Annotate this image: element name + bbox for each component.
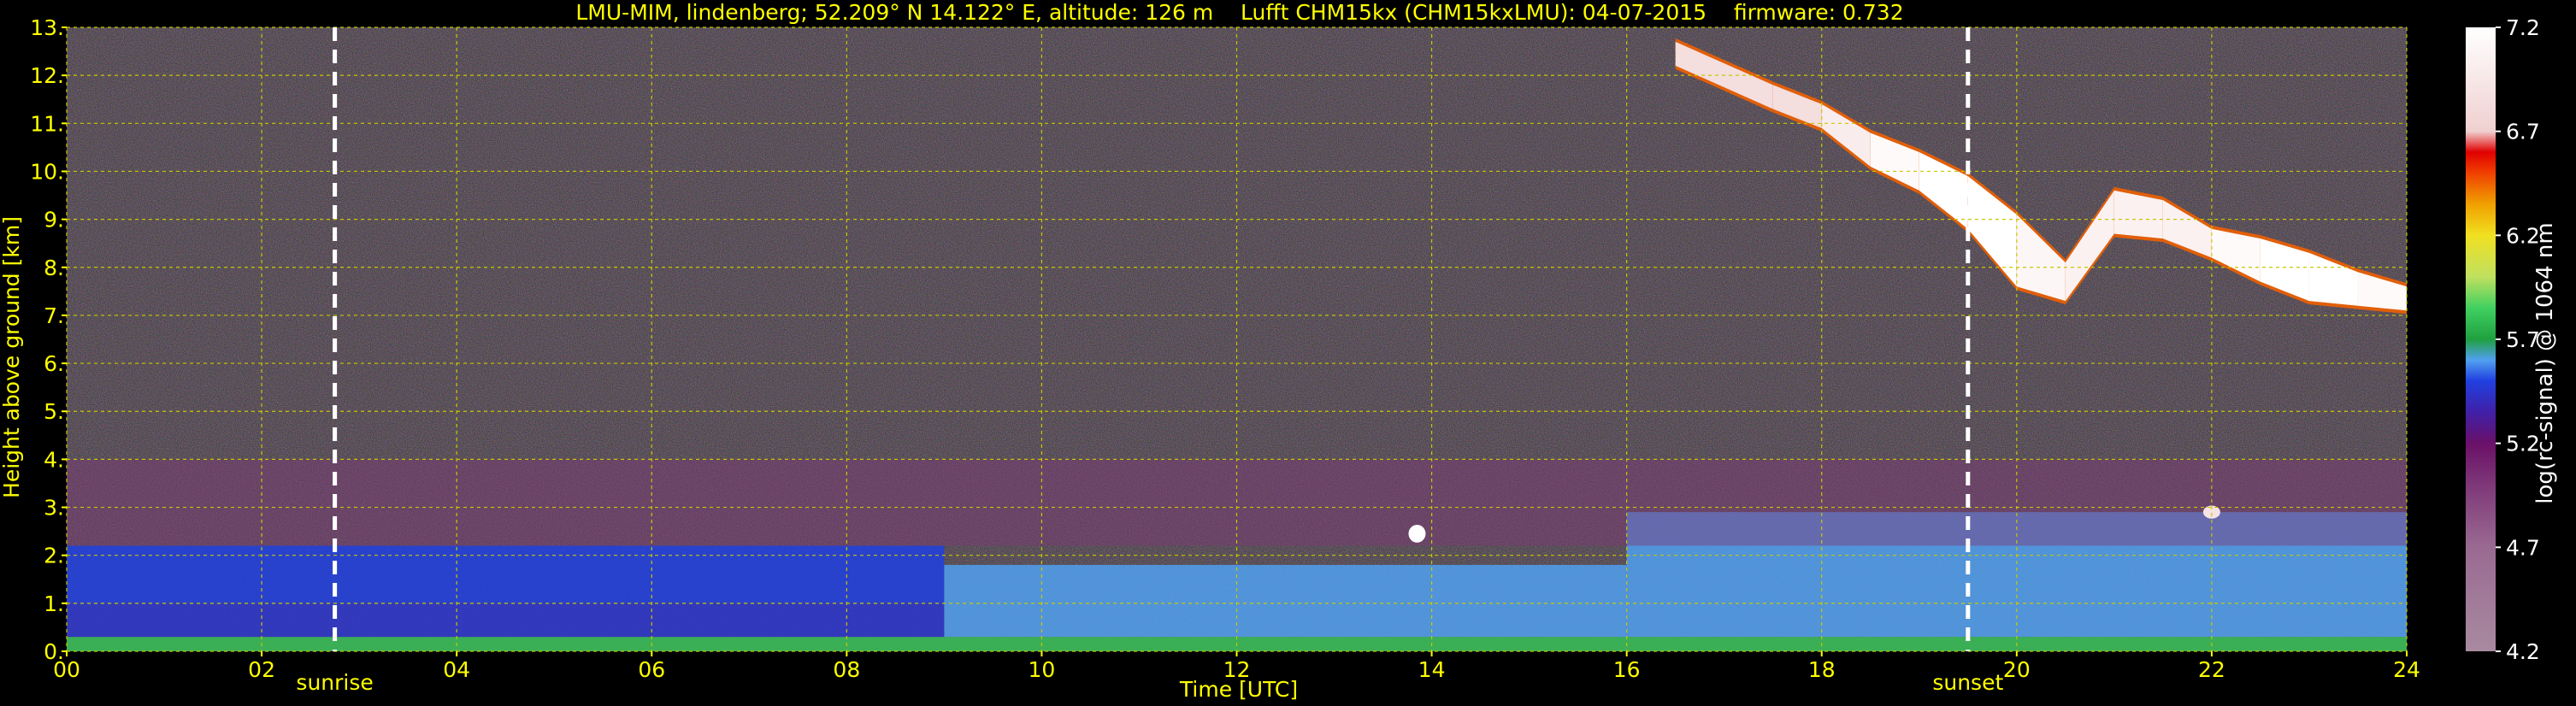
y-tick-label: 12.	[30, 63, 64, 88]
y-tick-label: 2.	[44, 544, 64, 568]
x-axis-label: Time [UTC]	[1179, 677, 1298, 702]
x-tick-label: 24	[2393, 657, 2420, 682]
x-tick-label: 20	[2003, 657, 2031, 682]
sunrise-label: sunrise	[296, 670, 373, 695]
layer-boundary-layer-1	[67, 603, 945, 638]
y-tick-label: 7.	[44, 303, 64, 328]
layer-residual-layer-2	[67, 545, 945, 603]
y-tick-label: 3.	[44, 496, 64, 521]
y-tick-label: 4.	[44, 447, 64, 472]
y-tick-label: 9.	[44, 208, 64, 232]
low-cloud	[1408, 525, 1426, 543]
x-tick-label: 10	[1029, 657, 1056, 682]
x-tick-label: 06	[638, 657, 665, 682]
colorbar-label: log(rc-signal) @ 1064 nm	[2532, 222, 2558, 503]
colorbar-tick-label: 4.2	[2506, 639, 2540, 664]
sunset-label: sunset	[1932, 670, 2003, 695]
y-axis-label: Height above ground [km]	[0, 216, 24, 498]
colorbar-tick-label: 6.7	[2506, 120, 2540, 144]
y-axis-ticks: 0. 1. 2. 3. 4. 5. 6. 7. 8. 9. 10. 11. 12. 13.	[30, 15, 67, 664]
y-tick-label: 10.	[30, 159, 64, 184]
ceilometer-chart: LMU-MIM, lindenberg; 52.209° N 14.122° E…	[0, 0, 2558, 702]
colorbar: 4.24.75.25.76.26.77.2	[2466, 15, 2540, 664]
plot-area	[67, 27, 2407, 651]
chart-title: LMU-MIM, lindenberg; 52.209° N 14.122° E…	[575, 0, 1903, 25]
y-tick-label: 1.	[44, 591, 64, 616]
x-tick-label: 16	[1613, 657, 1641, 682]
x-tick-label: 02	[248, 657, 275, 682]
x-tick-label: 18	[1808, 657, 1836, 682]
colorbar-tick-label: 4.7	[2506, 535, 2540, 560]
layer-mixed-layer-3	[944, 564, 1627, 638]
y-tick-label: 0.	[44, 639, 64, 664]
x-tick-label: 14	[1418, 657, 1446, 682]
x-tick-label: 08	[833, 657, 860, 682]
y-tick-label: 8.	[44, 256, 64, 280]
x-tick-label: 22	[2198, 657, 2225, 682]
colorbar-tick-label: 7.2	[2506, 15, 2540, 40]
y-tick-label: 6.	[44, 351, 64, 376]
y-tick-label: 11.	[30, 111, 64, 136]
y-tick-label: 13.	[30, 15, 64, 40]
colorbar-gradient	[2466, 27, 2496, 651]
x-tick-label: 04	[443, 657, 470, 682]
y-tick-label: 5.	[44, 399, 64, 424]
